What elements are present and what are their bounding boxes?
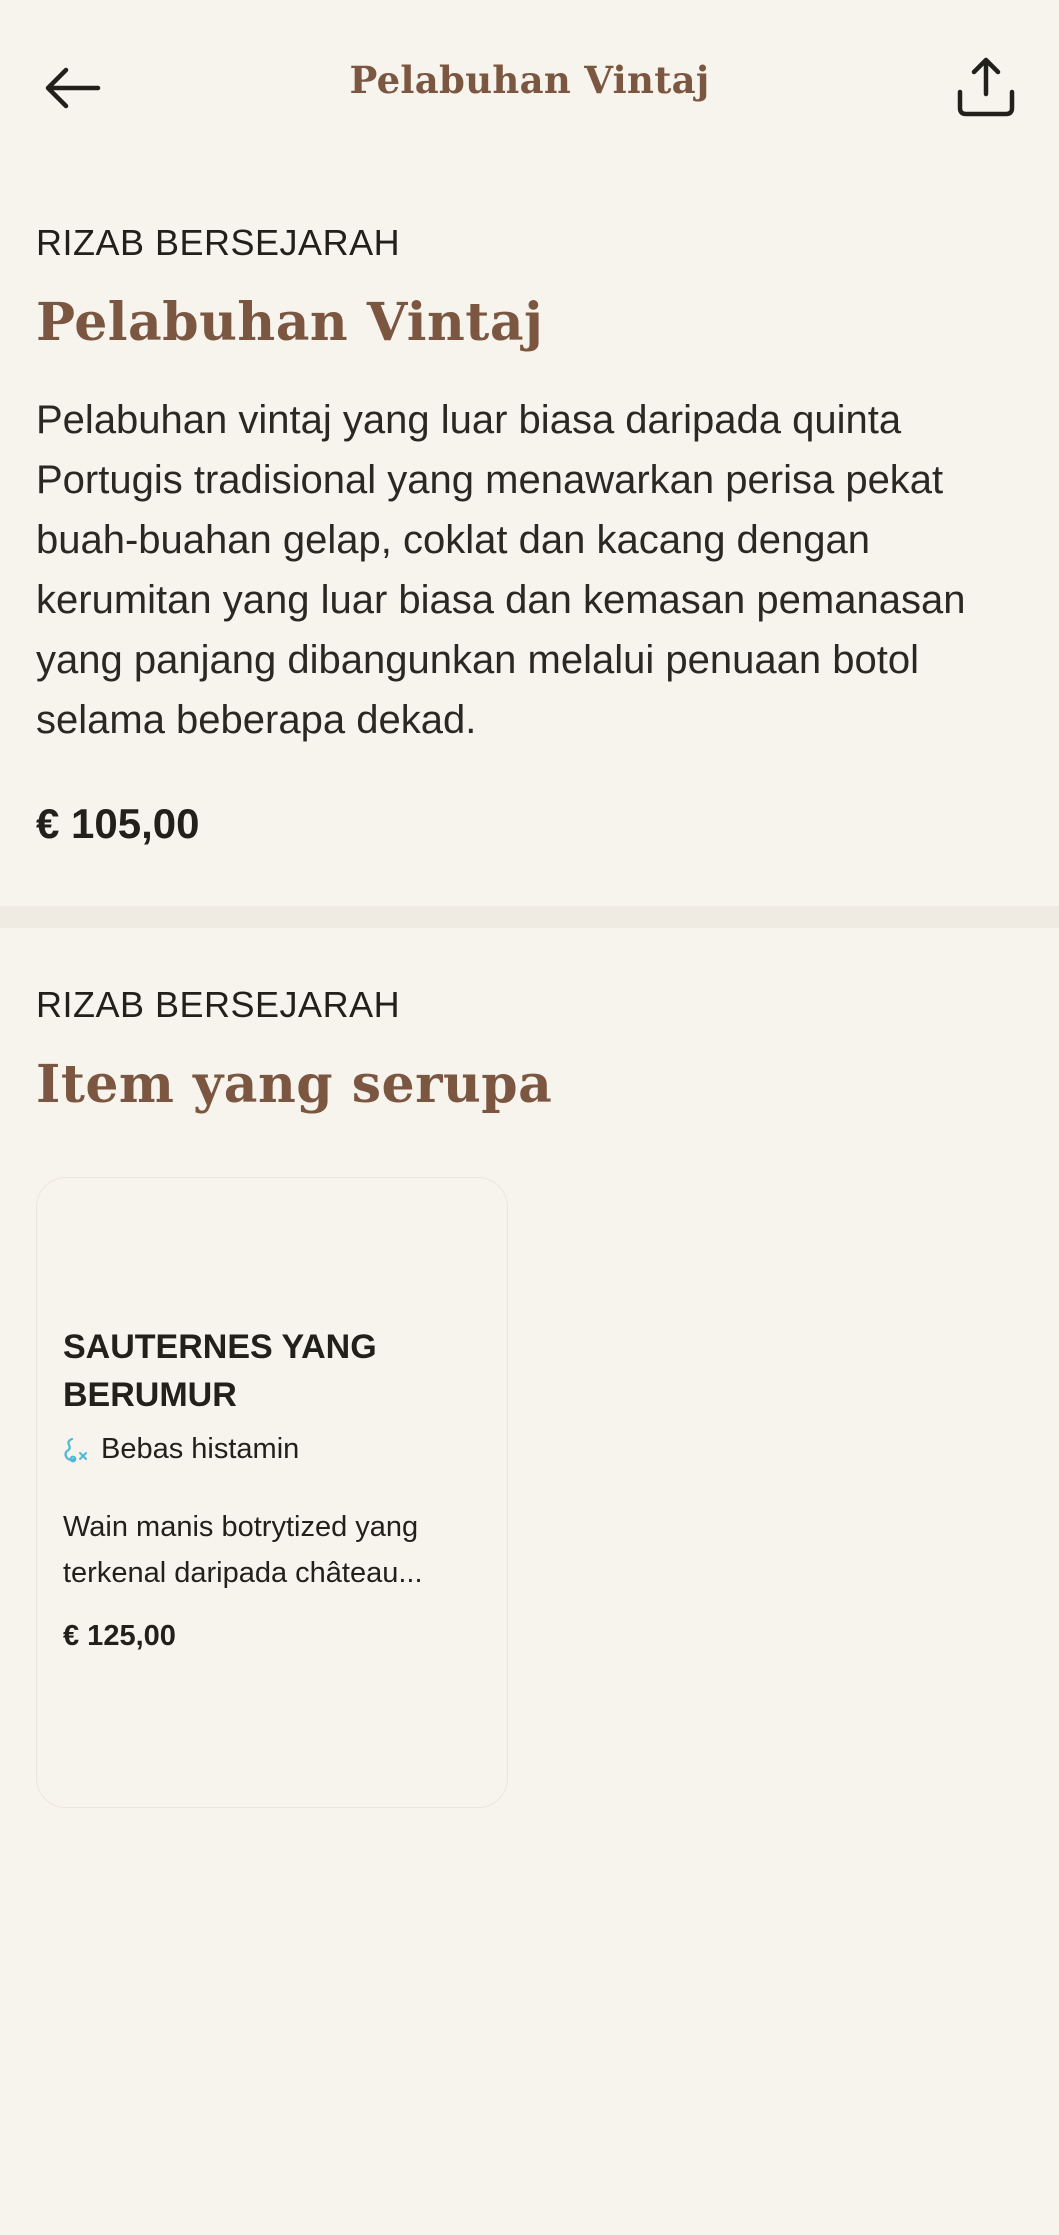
similar-item-card[interactable]: SAUTERNES YANG BERUMUR Bebas histamin Wa… bbox=[36, 1177, 508, 1808]
similar-item-price: € 125,00 bbox=[63, 1620, 176, 1652]
histamine-free-icon bbox=[63, 1436, 89, 1464]
similar-item-name: SAUTERNES YANG BERUMUR bbox=[63, 1328, 377, 1414]
badge-label: Bebas histamin bbox=[101, 1433, 300, 1465]
similar-category: RIZAB BERSEJARAH bbox=[36, 984, 401, 1025]
section-divider bbox=[0, 906, 1059, 928]
product-price: € 105,00 bbox=[36, 800, 200, 847]
top-bar: Pelabuhan Vintaj bbox=[0, 0, 1059, 170]
histamine-free-badge: Bebas histamin bbox=[63, 1433, 299, 1466]
product-title: Pelabuhan Vintaj bbox=[36, 292, 544, 353]
similar-items-title: Item yang serupa bbox=[36, 1054, 553, 1115]
share-button[interactable] bbox=[948, 48, 1024, 124]
share-icon bbox=[957, 57, 1015, 117]
product-description: Pelabuhan vintaj yang luar biasa daripad… bbox=[36, 398, 966, 742]
page-title: Pelabuhan Vintaj bbox=[349, 58, 710, 102]
product-category: RIZAB BERSEJARAH bbox=[36, 222, 401, 263]
similar-item-description: Wain manis botrytized yang terkenal dari… bbox=[63, 1511, 423, 1589]
